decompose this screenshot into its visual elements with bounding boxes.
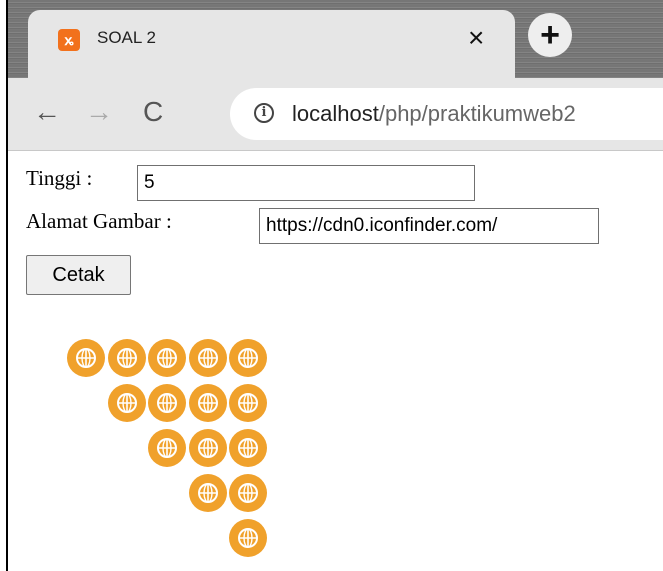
globe-icon: [188, 339, 227, 377]
image-url-input[interactable]: https://cdn0.iconfinder.com/: [259, 208, 599, 244]
browser-toolbar: ← → C i localhost/php/praktikumweb2: [8, 78, 663, 151]
url-path: /php/praktikumweb2: [378, 101, 576, 126]
globe-icon: [148, 384, 186, 422]
height-input[interactable]: 5: [137, 165, 475, 201]
globe-icon: [188, 384, 227, 422]
close-icon[interactable]: ×: [468, 22, 484, 54]
forward-icon[interactable]: →: [85, 96, 113, 128]
page-content: Tinggi : 5 Alamat Gambar : https://cdn0.…: [8, 151, 663, 571]
globe-icon: [229, 474, 267, 512]
globe-icon: [229, 429, 267, 467]
height-label: Tinggi :: [26, 166, 93, 190]
globe-icon: [188, 474, 227, 512]
globe-icon: [67, 339, 105, 377]
globe-icon: [148, 429, 186, 467]
address-bar[interactable]: i localhost/php/praktikumweb2: [230, 88, 663, 140]
globe-icon: [188, 429, 227, 467]
back-icon[interactable]: ←: [33, 96, 61, 128]
globe-icon: [229, 339, 267, 377]
url-host: localhost: [292, 101, 379, 126]
globe-icon: [107, 339, 146, 377]
tab-strip: ꭖ SOAL 2 × +: [8, 0, 663, 78]
globe-icon: [107, 384, 146, 422]
browser-window: ꭖ SOAL 2 × + ← → C i localhost/php/prakt…: [6, 0, 663, 571]
tab-title: SOAL 2: [97, 28, 156, 47]
globe-icon: [148, 339, 186, 377]
new-tab-button[interactable]: +: [528, 13, 572, 57]
xampp-icon: ꭖ: [58, 29, 80, 51]
cetak-button[interactable]: Cetak: [26, 255, 131, 295]
globe-icon: [229, 384, 267, 422]
reload-icon[interactable]: C: [143, 96, 163, 128]
tab-soal-2[interactable]: ꭖ SOAL 2 ×: [28, 10, 515, 78]
image-url-label: Alamat Gambar :: [26, 209, 172, 233]
globe-icon: [229, 519, 267, 557]
info-icon[interactable]: i: [254, 103, 274, 123]
url-text[interactable]: localhost/php/praktikumweb2: [292, 101, 576, 127]
